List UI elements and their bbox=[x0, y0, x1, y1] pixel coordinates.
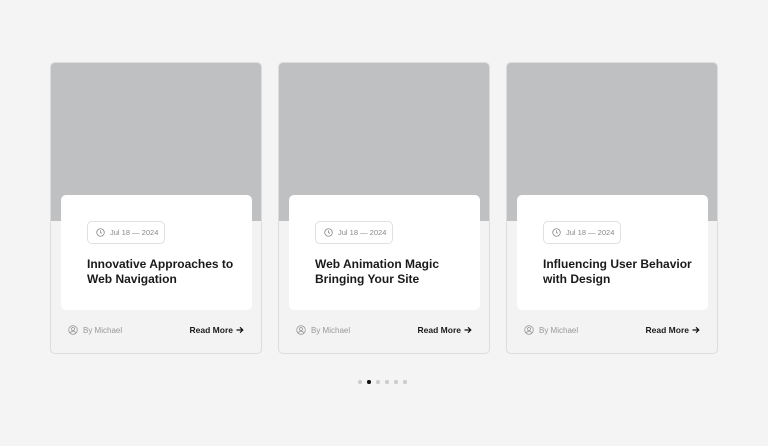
arrow-right-icon bbox=[236, 326, 244, 334]
read-more-link[interactable]: Read More bbox=[190, 325, 244, 335]
card-content: Jul 18 — 2024 Influencing User Behavior … bbox=[517, 195, 708, 310]
post-author: By Michael bbox=[68, 325, 122, 335]
card-content: Jul 18 — 2024 Web Animation Magic Bringi… bbox=[289, 195, 480, 310]
blog-card[interactable]: Jul 18 — 2024 Web Animation Magic Bringi… bbox=[278, 62, 490, 354]
post-date: Jul 18 — 2024 bbox=[566, 228, 615, 237]
pagination-dot[interactable] bbox=[403, 380, 407, 384]
pagination-dot[interactable] bbox=[394, 380, 398, 384]
post-date: Jul 18 — 2024 bbox=[338, 228, 387, 237]
post-date: Jul 18 — 2024 bbox=[110, 228, 159, 237]
user-icon bbox=[524, 325, 534, 335]
pagination-dot[interactable] bbox=[376, 380, 380, 384]
post-author: By Michael bbox=[524, 325, 578, 335]
clock-icon bbox=[96, 228, 105, 237]
post-title[interactable]: Web Animation Magic Bringing Your Site bbox=[315, 257, 475, 287]
clock-icon bbox=[552, 228, 561, 237]
date-badge: Jul 18 — 2024 bbox=[543, 221, 621, 244]
carousel-pagination bbox=[358, 380, 407, 384]
read-more-label: Read More bbox=[189, 325, 233, 335]
card-content: Jul 18 — 2024 Innovative Approaches to W… bbox=[61, 195, 252, 310]
read-more-link[interactable]: Read More bbox=[646, 325, 700, 335]
post-title[interactable]: Innovative Approaches to Web Navigation bbox=[87, 257, 247, 287]
arrow-right-icon bbox=[464, 326, 472, 334]
read-more-label: Read More bbox=[417, 325, 461, 335]
author-name: By Michael bbox=[311, 325, 351, 335]
pagination-dot[interactable] bbox=[367, 380, 371, 384]
post-title[interactable]: Influencing User Behavior with Design bbox=[543, 257, 703, 287]
author-name: By Michael bbox=[83, 325, 123, 335]
clock-icon bbox=[324, 228, 333, 237]
read-more-label: Read More bbox=[645, 325, 689, 335]
date-badge: Jul 18 — 2024 bbox=[87, 221, 165, 244]
user-icon bbox=[296, 325, 306, 335]
pagination-dot[interactable] bbox=[385, 380, 389, 384]
user-icon bbox=[68, 325, 78, 335]
date-badge: Jul 18 — 2024 bbox=[315, 221, 393, 244]
author-name: By Michael bbox=[539, 325, 579, 335]
blog-card[interactable]: Jul 18 — 2024 Innovative Approaches to W… bbox=[50, 62, 262, 354]
blog-card[interactable]: Jul 18 — 2024 Influencing User Behavior … bbox=[506, 62, 718, 354]
read-more-link[interactable]: Read More bbox=[418, 325, 472, 335]
arrow-right-icon bbox=[692, 326, 700, 334]
pagination-dot[interactable] bbox=[358, 380, 362, 384]
post-author: By Michael bbox=[296, 325, 350, 335]
